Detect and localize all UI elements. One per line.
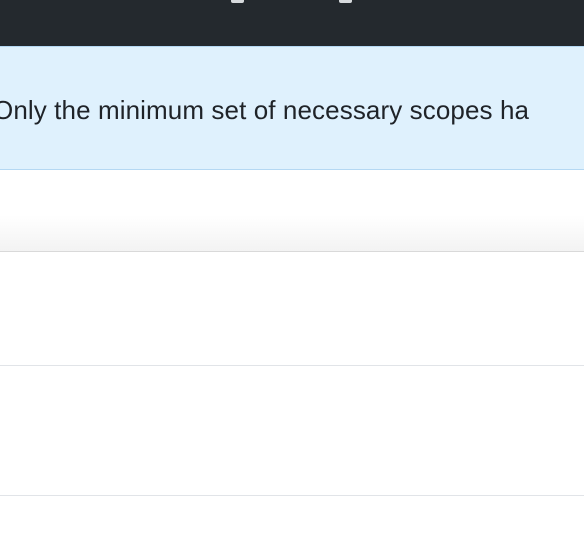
info-banner: Only the minimum set of necessary scopes… bbox=[0, 46, 584, 170]
header-title-fragment bbox=[231, 0, 244, 3]
section-spacer bbox=[0, 171, 584, 251]
page: Only the minimum set of necessary scopes… bbox=[0, 0, 584, 546]
header-bar bbox=[0, 0, 584, 46]
list-item bbox=[0, 251, 584, 365]
header-title-fragment bbox=[339, 0, 352, 3]
info-banner-message: Only the minimum set of necessary scopes… bbox=[0, 95, 530, 125]
list-item bbox=[0, 495, 584, 546]
list-item bbox=[0, 365, 584, 495]
